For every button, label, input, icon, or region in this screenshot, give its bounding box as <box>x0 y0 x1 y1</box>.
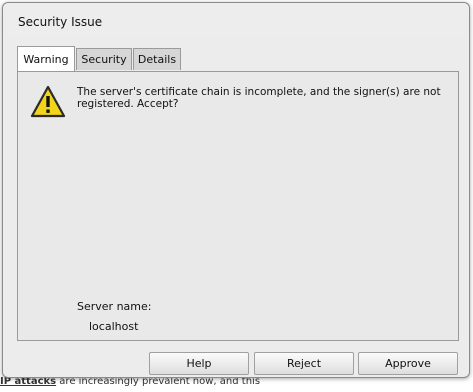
reject-button[interactable]: Reject <box>254 352 354 375</box>
tab-security[interactable]: Security <box>76 48 132 70</box>
approve-button[interactable]: Approve <box>358 352 458 375</box>
server-name-label: Server name: <box>77 300 152 313</box>
server-name-value: localhost <box>89 320 139 333</box>
help-button[interactable]: Help <box>149 352 249 375</box>
warning-panel: The server's certificate chain is incomp… <box>17 71 459 341</box>
dialog-title: Security Issue <box>18 15 103 29</box>
warning-message: The server's certificate chain is incomp… <box>77 86 441 110</box>
security-issue-dialog: Security Issue Warning Security Details … <box>2 2 470 378</box>
dialog-titlebar[interactable]: Security Issue <box>3 3 469 37</box>
tab-warning[interactable]: Warning <box>17 46 75 71</box>
warning-icon <box>30 85 66 118</box>
tab-details[interactable]: Details <box>133 48 181 70</box>
